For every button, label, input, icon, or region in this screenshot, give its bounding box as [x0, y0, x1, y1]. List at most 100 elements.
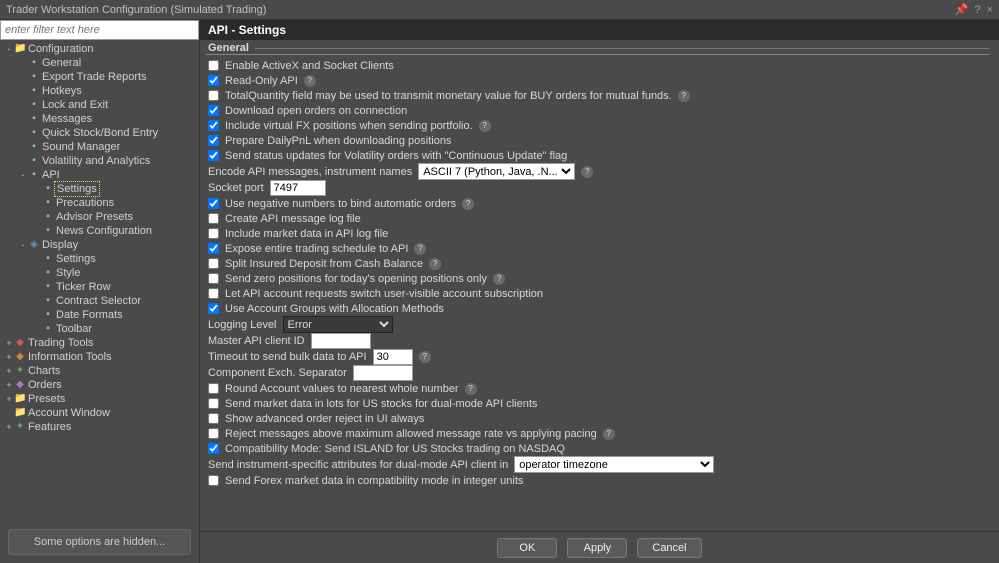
tree-item-label: Features [26, 420, 71, 434]
page-icon: ▪ [42, 252, 54, 266]
tree-item[interactable]: +✦Features [0, 420, 199, 434]
help-icon[interactable]: ? [479, 120, 491, 132]
setting-checkbox[interactable] [208, 150, 219, 161]
tree-item[interactable]: ▪Messages [0, 112, 199, 126]
setting-select[interactable]: ASCII 7 (Python, Java, .N... [418, 163, 575, 180]
setting-select[interactable]: operator timezone [514, 456, 714, 473]
setting-checkbox[interactable] [208, 413, 219, 424]
setting-checkbox[interactable] [208, 228, 219, 239]
hidden-options-note[interactable]: Some options are hidden... [8, 529, 191, 555]
expand-icon[interactable]: + [4, 364, 14, 378]
help-icon[interactable]: ? [581, 166, 593, 178]
expand-icon[interactable]: + [4, 378, 14, 392]
setting-input[interactable] [353, 365, 413, 381]
field-label: Master API client ID [208, 335, 305, 347]
setting-select[interactable]: Error [283, 316, 393, 333]
help-icon[interactable]: ? [414, 243, 426, 255]
setting-label: Read-Only API [225, 75, 298, 87]
setting-checkbox[interactable] [208, 90, 219, 101]
setting-checkbox[interactable] [208, 273, 219, 284]
tree-item[interactable]: ▪Precautions [0, 196, 199, 210]
tree-item[interactable]: ▪Quick Stock/Bond Entry [0, 126, 199, 140]
setting-checkbox[interactable] [208, 198, 219, 209]
setting-checkbox[interactable] [208, 120, 219, 131]
tree-item[interactable]: +◆Trading Tools [0, 336, 199, 350]
tree-item[interactable]: -📁Configuration [0, 42, 199, 56]
tree-item[interactable]: ▪News Configuration [0, 224, 199, 238]
page-icon: ▪ [28, 98, 40, 112]
tree-item[interactable]: ▪Ticker Row [0, 280, 199, 294]
close-icon[interactable]: × [987, 4, 993, 16]
expand-icon[interactable]: - [18, 238, 28, 252]
tree-item[interactable]: ▪Hotkeys [0, 84, 199, 98]
help-icon[interactable]: ? [429, 258, 441, 270]
help-icon[interactable]: ? [678, 90, 690, 102]
tree-item[interactable]: +📁Presets [0, 392, 199, 406]
tree-item[interactable]: ▪Settings [0, 252, 199, 266]
tree-item[interactable]: -◈Display [0, 238, 199, 252]
expand-icon[interactable]: + [4, 350, 14, 364]
setting-checkbox[interactable] [208, 303, 219, 314]
setting-input[interactable] [270, 180, 326, 196]
expand-icon[interactable]: + [4, 336, 14, 350]
tree-item[interactable]: 📁Account Window [0, 406, 199, 420]
tree-item[interactable]: ▪Date Formats [0, 308, 199, 322]
setting-label: Expose entire trading schedule to API [225, 243, 408, 255]
tree-item[interactable]: ▪General [0, 56, 199, 70]
setting-checkbox[interactable] [208, 288, 219, 299]
setting-label: Let API account requests switch user-vis… [225, 288, 543, 300]
help-icon[interactable]: ? [462, 198, 474, 210]
setting-checkbox[interactable] [208, 428, 219, 439]
ok-button[interactable]: OK [497, 538, 557, 558]
setting-checkbox[interactable] [208, 75, 219, 86]
setting-checkbox[interactable] [208, 475, 219, 486]
setting-checkbox[interactable] [208, 383, 219, 394]
tree-item[interactable]: -▪API [0, 168, 199, 182]
setting-checkbox[interactable] [208, 213, 219, 224]
cancel-button[interactable]: Cancel [637, 538, 701, 558]
setting-label: Use negative numbers to bind automatic o… [225, 198, 456, 210]
expand-icon[interactable]: - [4, 42, 14, 56]
folder-icon: 📁 [14, 42, 26, 56]
tree-item[interactable]: +✦Charts [0, 364, 199, 378]
setting-checkbox[interactable] [208, 443, 219, 454]
tree-item[interactable]: +◆Information Tools [0, 350, 199, 364]
setting-label: Round Account values to nearest whole nu… [225, 383, 459, 395]
tree-item[interactable]: ▪Contract Selector [0, 294, 199, 308]
apply-button[interactable]: Apply [567, 538, 627, 558]
expand-icon[interactable]: + [4, 420, 14, 434]
tree-item[interactable]: ▪Advisor Presets [0, 210, 199, 224]
setting-checkbox[interactable] [208, 398, 219, 409]
tree-item[interactable]: ▪Settings [0, 182, 199, 196]
help-icon[interactable]: ? [465, 383, 477, 395]
tree-item[interactable]: +◆Orders [0, 378, 199, 392]
settings-scroll[interactable]: General Enable ActiveX and Socket Client… [200, 40, 999, 531]
tree-item-label: Ticker Row [54, 280, 111, 294]
folder-icon: 📁 [14, 406, 26, 420]
expand-icon[interactable]: - [18, 168, 28, 182]
help-icon[interactable]: ? [603, 428, 615, 440]
sidebar: -📁Configuration▪General▪Export Trade Rep… [0, 20, 200, 563]
help-icon[interactable]: ? [493, 273, 505, 285]
help-icon[interactable]: ? [974, 4, 980, 16]
tree-item-label: Precautions [54, 196, 114, 210]
tree-item-label: Orders [26, 378, 62, 392]
expand-icon[interactable]: + [4, 392, 14, 406]
filter-input[interactable] [0, 20, 199, 40]
setting-input[interactable] [311, 333, 371, 349]
tree-item[interactable]: ▪Sound Manager [0, 140, 199, 154]
setting-checkbox[interactable] [208, 135, 219, 146]
pin-icon[interactable]: 📌 [955, 3, 969, 16]
tree-item[interactable]: ▪Toolbar [0, 322, 199, 336]
setting-checkbox[interactable] [208, 105, 219, 116]
tree-item[interactable]: ▪Lock and Exit [0, 98, 199, 112]
setting-input[interactable] [373, 349, 413, 365]
tree-item[interactable]: ▪Volatility and Analytics [0, 154, 199, 168]
help-icon[interactable]: ? [304, 75, 316, 87]
tree-item[interactable]: ▪Export Trade Reports [0, 70, 199, 84]
tree-item[interactable]: ▪Style [0, 266, 199, 280]
setting-checkbox[interactable] [208, 243, 219, 254]
help-icon[interactable]: ? [419, 351, 431, 363]
setting-checkbox[interactable] [208, 60, 219, 71]
setting-checkbox[interactable] [208, 258, 219, 269]
